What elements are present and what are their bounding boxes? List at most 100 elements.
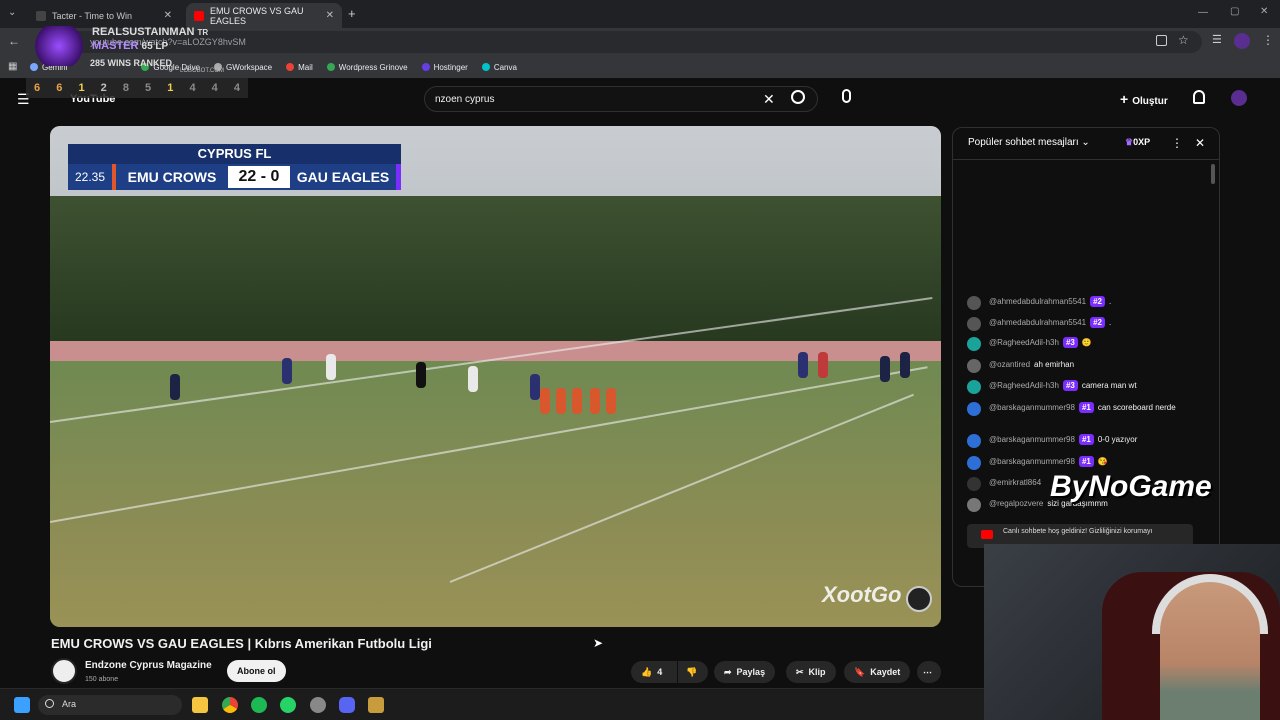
create-button[interactable]: + Oluştur (1120, 91, 1168, 107)
chat-username[interactable]: @RagheedAdil-h3h (989, 381, 1059, 390)
bookmark-wordpress[interactable]: Wordpress Grinove (326, 63, 408, 72)
search-input[interactable]: nzoen cyprus ✕ (424, 86, 818, 112)
chat-more-icon[interactable]: ⋮ (1171, 136, 1183, 150)
maximize-icon[interactable]: ▢ (1230, 6, 1239, 17)
close-window-icon[interactable]: ✕ (1260, 6, 1268, 17)
chat-avatar[interactable] (967, 296, 981, 310)
dislike-button[interactable]: 👎 (678, 661, 708, 683)
save-button[interactable]: 🔖 Kaydet (844, 661, 911, 683)
bookmark-hostinger[interactable]: Hostinger (421, 63, 468, 72)
chat-points-badge[interactable]: ♛0XP (1125, 137, 1150, 148)
notifications-bell-icon[interactable] (1193, 90, 1205, 104)
chat-avatar[interactable] (967, 380, 981, 394)
chat-message: @ahmedabdulrahman5541 #2. (967, 317, 1207, 331)
placement-value: 2 (100, 82, 107, 94)
scoreboard-league: CYPRUS FL (68, 144, 401, 164)
placement-value: 6 (34, 82, 41, 94)
close-tab-icon[interactable]: ✕ (326, 10, 334, 21)
chat-message: @barskaganmummer98 #1 can scoreboard nerde (967, 402, 1207, 416)
file-explorer-icon[interactable] (192, 697, 208, 713)
member-badge: #3 (1062, 337, 1078, 348)
chat-avatar[interactable] (967, 498, 981, 512)
clip-button[interactable]: ✂ Klip (786, 661, 836, 683)
account-avatar[interactable] (1231, 90, 1247, 106)
chat-scrollbar[interactable] (1211, 164, 1215, 184)
apps-grid-icon[interactable]: ▦ (8, 61, 17, 72)
chat-username[interactable]: @ozantired (989, 360, 1030, 369)
like-button[interactable]: 👍 4 (631, 661, 677, 683)
channel-name[interactable]: Endzone Cyprus Magazine (85, 660, 212, 671)
bookmark-star-icon[interactable]: ☆ (1178, 33, 1189, 47)
chat-close-icon[interactable]: ✕ (1195, 136, 1205, 150)
video-field (50, 297, 941, 627)
endzone-logo-icon (906, 586, 932, 612)
chat-avatar[interactable] (967, 359, 981, 373)
chat-username[interactable]: @emirkratl864 (989, 478, 1041, 487)
clear-search-icon[interactable]: ✕ (763, 91, 775, 108)
member-badge: #1 (1078, 402, 1094, 413)
spotify-icon[interactable] (251, 697, 267, 713)
search-icon[interactable] (791, 90, 805, 104)
extensions-icon[interactable]: ☰ (1212, 33, 1222, 46)
placement-value: 4 (189, 82, 196, 94)
app-icon[interactable] (310, 697, 326, 713)
league-client-icon[interactable] (368, 697, 384, 713)
master-rank-emblem-icon (32, 26, 86, 66)
chat-message: @barskaganmummer98 #1 0-0 yazıyor (967, 434, 1207, 448)
video-player[interactable]: CYPRUS FL 22.35 EMU CROWS 22 - 0 GAU EAG… (50, 126, 941, 627)
scoreboard-clock: 22.35 (68, 164, 116, 190)
chevron-down-icon: ⌄ (1081, 137, 1090, 148)
chat-text: camera man wt (1081, 381, 1137, 390)
more-actions-button[interactable]: ⋯ (917, 661, 941, 683)
channel-avatar[interactable] (51, 658, 77, 684)
close-tab-icon[interactable]: ✕ (164, 10, 172, 21)
scoreboard-away-team: GAU EAGLES (290, 164, 401, 190)
chat-text: . (1108, 297, 1112, 306)
browser-menu-icon[interactable]: ⋮ (1262, 33, 1274, 47)
search-icon (45, 699, 54, 708)
windows-taskbar: Ara (0, 688, 984, 720)
chat-avatar[interactable] (967, 434, 981, 448)
chat-avatar[interactable] (967, 456, 981, 470)
tab-label: Tacter - Time to Win (52, 10, 133, 21)
chat-avatar[interactable] (967, 317, 981, 331)
chat-username[interactable]: @barskaganmummer98 (989, 403, 1075, 412)
chat-message: @ahmedabdulrahman5541 #2. (967, 296, 1207, 310)
chat-username[interactable]: @barskaganmummer98 (989, 457, 1075, 466)
member-badge: #3 (1062, 380, 1078, 391)
new-tab-icon[interactable]: + (348, 6, 356, 21)
subscribe-button[interactable]: Abone ol (227, 660, 286, 682)
windows-start-icon[interactable] (14, 697, 30, 713)
streamer-webcam (984, 544, 1280, 720)
chat-avatar[interactable] (967, 402, 981, 416)
tacter-favicon-icon (36, 10, 46, 21)
tab-search-icon[interactable]: ⌄ (8, 7, 16, 18)
chat-username[interactable]: @ahmedabdulrahman5541 (989, 297, 1086, 306)
bookmark-mail[interactable]: Mail (286, 63, 313, 72)
chrome-icon[interactable] (222, 697, 238, 713)
chat-message: @barskaganmummer98 #1 😘 (967, 456, 1207, 470)
chat-avatar[interactable] (967, 337, 981, 351)
chat-username[interactable]: @RagheedAdil-h3h (989, 338, 1059, 347)
subscriber-count: 150 abone (85, 676, 119, 683)
game-scoreboard: CYPRUS FL 22.35 EMU CROWS 22 - 0 GAU EAG… (68, 144, 401, 190)
chat-mode-dropdown[interactable]: Popüler sohbet mesajları ⌄ (968, 137, 1090, 148)
share-button[interactable]: ➦ Paylaş (714, 661, 776, 683)
discord-icon[interactable] (339, 697, 355, 713)
profile-avatar[interactable] (1234, 33, 1250, 49)
xootgo-watermark: XootGo (822, 582, 902, 607)
chat-avatar[interactable] (967, 477, 981, 491)
taskbar-search[interactable]: Ara (38, 695, 182, 715)
chat-username[interactable]: @regalpozvere (989, 499, 1043, 508)
bookmark-canva[interactable]: Canva (481, 63, 517, 72)
chat-username[interactable]: @ahmedabdulrahman5541 (989, 318, 1086, 327)
minimize-icon[interactable]: — (1198, 7, 1208, 18)
video-trees (50, 196, 941, 347)
chat-username[interactable]: @barskaganmummer98 (989, 435, 1075, 444)
live-chat-panel: Popüler sohbet mesajları ⌄ ♛0XP ⋮ ✕ @ahm… (952, 127, 1220, 587)
whatsapp-icon[interactable] (280, 697, 296, 713)
tab-label: EMU CROWS VS GAU EAGLES (210, 5, 304, 26)
microphone-icon[interactable] (842, 89, 851, 103)
back-icon[interactable]: ← (8, 34, 20, 48)
install-icon[interactable] (1156, 35, 1167, 46)
